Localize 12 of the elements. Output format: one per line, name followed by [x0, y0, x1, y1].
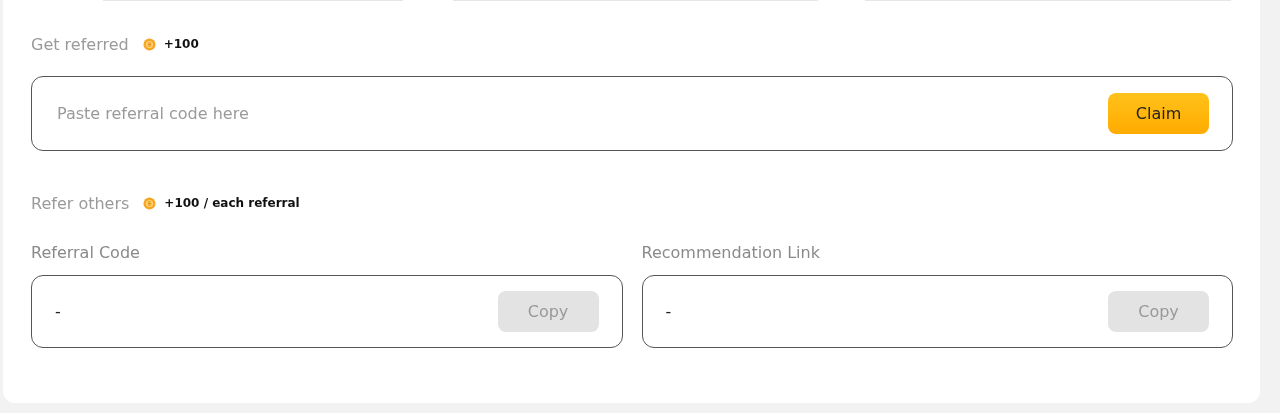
field-value: - — [55, 302, 61, 321]
section-title: Refer others — [31, 193, 130, 213]
section-title: Get referred — [31, 34, 129, 54]
coin-icon — [142, 37, 156, 51]
referral-code-field[interactable]: Paste referral code here Claim — [31, 76, 1233, 151]
field-value: - — [665, 302, 672, 321]
reward-text: +100 — [163, 37, 199, 51]
field-label: Referral Code — [31, 243, 141, 262]
reward-text: +100 / each referral — [164, 196, 300, 210]
claim-button[interactable]: Claim — [1108, 93, 1209, 134]
field-label: Recommendation Link — [641, 243, 821, 262]
coin-icon — [143, 196, 157, 210]
